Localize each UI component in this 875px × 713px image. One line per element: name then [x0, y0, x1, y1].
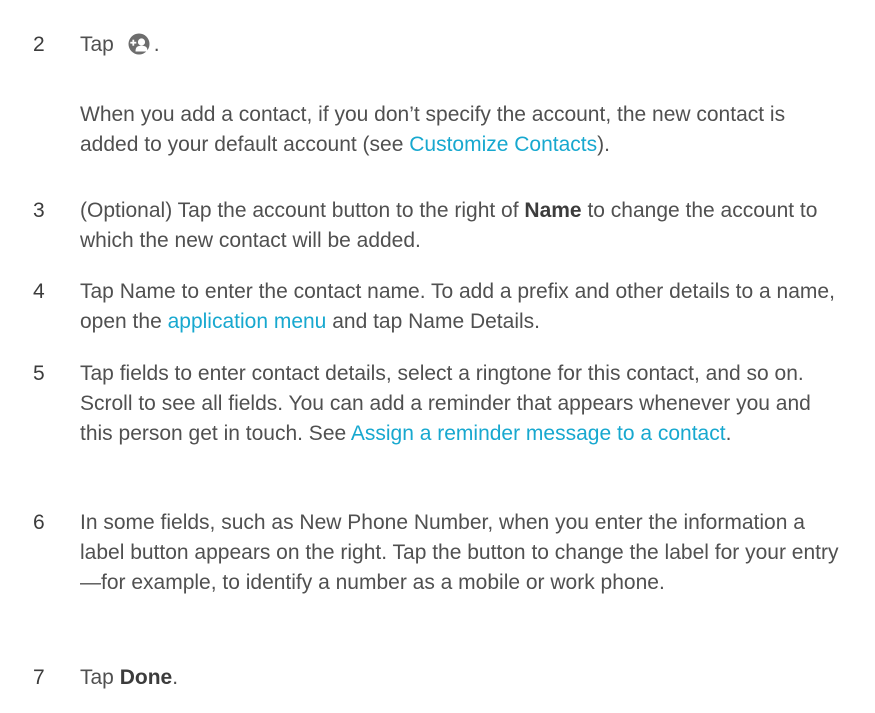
- step-number: 3: [33, 199, 45, 222]
- bold-term: Done: [119, 666, 173, 689]
- step-text-part: Tap: [80, 666, 120, 689]
- note-text: ).: [597, 133, 610, 156]
- step-text-part: .: [725, 422, 732, 445]
- step-text-part: (Optional) Tap the account button to the…: [80, 199, 525, 222]
- step-text-part: In some fields, such as New Phone Number…: [80, 511, 839, 594]
- assign-reminder-link[interactable]: Assign a reminder message to a contact: [351, 422, 726, 445]
- note-paragraph: When you add a contact, if you don’t spe…: [80, 100, 840, 160]
- step-number: 2: [33, 33, 45, 56]
- document-page: 2 Tap . When you add a contact, if you d…: [0, 0, 875, 713]
- step-text-part: Tap: [80, 33, 120, 56]
- step-text: Tap Done.: [80, 663, 842, 693]
- add-contact-icon: [124, 33, 154, 55]
- step-text-part: .: [153, 33, 160, 56]
- step-text: Tap Name to enter the contact name. To a…: [80, 277, 842, 337]
- application-menu-link[interactable]: application menu: [168, 310, 327, 333]
- step-text: In some fields, such as New Phone Number…: [80, 508, 842, 598]
- step-text: (Optional) Tap the account button to the…: [80, 196, 842, 256]
- customize-contacts-link[interactable]: Customize Contacts: [409, 133, 597, 156]
- step-number: 4: [33, 280, 45, 303]
- step-number: 7: [33, 666, 45, 689]
- step-number: 5: [33, 362, 45, 385]
- step-text: Tap .: [80, 30, 842, 60]
- step-text-part: and tap Name Details.: [326, 310, 540, 333]
- bold-term: Name: [524, 199, 582, 222]
- step-text: Tap fields to enter contact details, sel…: [80, 359, 842, 449]
- step-text-part: .: [172, 666, 179, 689]
- step-number: 6: [33, 511, 45, 534]
